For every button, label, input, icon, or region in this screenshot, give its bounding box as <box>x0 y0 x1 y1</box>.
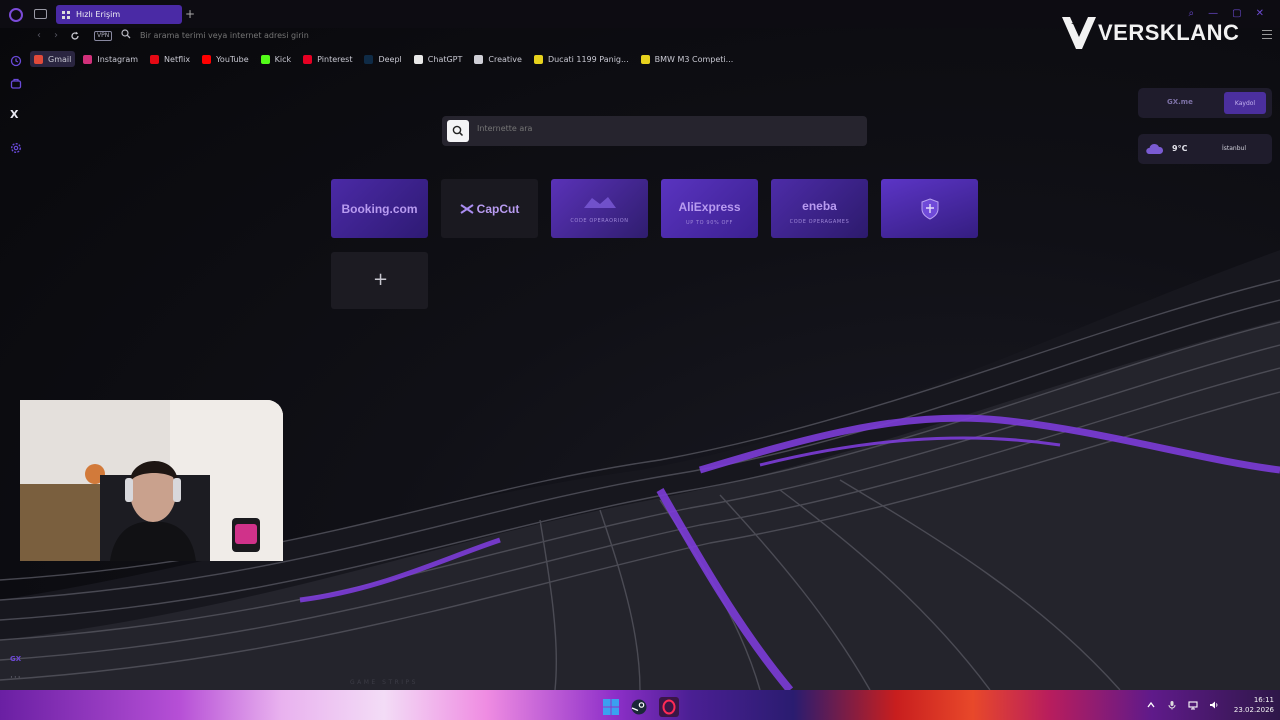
extensions-icon[interactable] <box>10 78 22 90</box>
speed-dial-icon <box>62 10 70 19</box>
site-icon <box>640 54 650 64</box>
bookmark-gmail[interactable]: Gmail <box>30 51 76 67</box>
game-logo-icon <box>583 196 616 208</box>
opera-logo-icon[interactable] <box>9 8 23 22</box>
weather-widget[interactable]: 9°C İstanbul <box>1138 134 1272 164</box>
weather-temperature: 9°C <box>1172 144 1188 153</box>
chatgpt-icon <box>413 54 423 64</box>
new-tab-button[interactable]: + <box>185 7 195 21</box>
webcam-image <box>20 400 283 561</box>
weather-city: İstanbul <box>1222 145 1247 152</box>
bookmark-chatgpt[interactable]: ChatGPT <box>410 51 467 67</box>
chevron-up-icon[interactable] <box>1146 700 1156 710</box>
deepl-icon <box>364 54 374 64</box>
clock-date: 23.02.2026 <box>1233 706 1274 714</box>
speed-dial-game-promo[interactable]: CODE OPERAORION <box>551 179 648 238</box>
sidebar: X GX ··· <box>0 46 30 690</box>
bookmark-instagram[interactable]: Instagram <box>79 51 142 67</box>
steam-icon[interactable] <box>631 699 647 715</box>
youtube-icon <box>202 54 212 64</box>
microphone-icon[interactable] <box>1167 700 1177 710</box>
clock-time: 16:11 <box>1253 696 1274 704</box>
watermark-text: VERSKLANC <box>1098 20 1240 45</box>
folder-icon <box>474 54 484 64</box>
shield-icon <box>921 197 938 220</box>
vpn-badge[interactable]: VPN <box>94 31 113 41</box>
capcut-icon <box>460 203 474 214</box>
webcam-overlay <box>20 400 283 561</box>
speed-dial-booking[interactable]: Booking.com <box>331 179 428 238</box>
bookmark-youtube[interactable]: YouTube <box>198 51 253 67</box>
system-tray: 16:11 23.02.2026 <box>1146 693 1274 717</box>
tab-menu-icon[interactable] <box>34 9 47 19</box>
settings-icon[interactable] <box>10 142 22 154</box>
taskbar-clock[interactable]: 16:11 23.02.2026 <box>1234 695 1274 715</box>
watermark: VERSKLANC <box>1060 15 1239 51</box>
bookmark-pinterest[interactable]: Pinterest <box>299 51 356 67</box>
site-icon <box>533 54 543 64</box>
search-button[interactable] <box>447 120 469 142</box>
network-icon[interactable] <box>1188 700 1198 710</box>
speed-dial-title: Booking.com <box>341 201 418 216</box>
taskbar-apps <box>603 697 679 717</box>
bookmark-kick[interactable]: Kick <box>257 51 296 67</box>
gx-signup-button[interactable]: Kaydol <box>1224 92 1266 114</box>
more-icon[interactable]: ··· <box>10 673 22 683</box>
bookmark-netflix[interactable]: Netflix <box>146 51 194 67</box>
pinterest-icon <box>303 54 313 64</box>
instagram-icon <box>83 54 93 64</box>
history-icon[interactable] <box>10 55 22 67</box>
search-icon <box>121 29 131 39</box>
netflix-icon <box>150 54 160 64</box>
close-button[interactable]: ✕ <box>1256 8 1264 19</box>
gmail-icon <box>34 54 43 64</box>
add-speed-dial-button[interactable]: + <box>331 252 428 309</box>
wallpaper-caption: GAME STRIPS <box>350 679 418 686</box>
speed-dial-subtitle: CODE OPERAORION <box>570 217 629 224</box>
speed-dial-eneba[interactable]: eneba CODE OPERAGAMES <box>771 179 868 238</box>
screen: Hızlı Erişim + ⌕ — ▢ ✕ ‹ › VPN Gmail Ins… <box>0 0 1280 720</box>
reload-icon[interactable] <box>70 31 80 41</box>
watermark-logo-icon <box>1062 17 1096 49</box>
gx-me-widget[interactable]: GX.me Kaydol <box>1138 88 1272 118</box>
wallpaper <box>0 250 1280 690</box>
bookmark-ducati[interactable]: Ducati 1199 Panig... <box>530 51 633 67</box>
cloud-icon <box>1146 143 1164 154</box>
search-input[interactable] <box>477 124 578 133</box>
tab-hizli-erisim[interactable]: Hızlı Erişim <box>56 5 182 24</box>
gx-control-icon[interactable]: GX <box>10 655 21 663</box>
bookmark-creative[interactable]: Creative <box>470 51 526 67</box>
speed-dial-aliexpress[interactable]: AliExpress UP TO 90% OFF <box>661 179 758 238</box>
tab-label: Hızlı Erişim <box>76 10 121 19</box>
windows-start-icon[interactable] <box>603 699 619 715</box>
speed-dial-warships[interactable] <box>881 179 978 238</box>
speed-dial-subtitle: CODE OPERAGAMES <box>789 218 850 225</box>
bookmark-deepl[interactable]: Deepl <box>360 51 405 67</box>
forward-button[interactable]: › <box>54 30 58 41</box>
speed-dial-title: eneba <box>802 198 837 213</box>
bookmark-bmw[interactable]: BMW M3 Competi... <box>637 51 738 67</box>
speed-dial-subtitle: UP TO 90% OFF <box>685 219 734 226</box>
taskbar: 16:11 23.02.2026 <box>0 690 1280 720</box>
gx-me-label: GX.me <box>1167 98 1193 106</box>
speed-dial-capcut[interactable]: CapCut <box>441 179 538 238</box>
bookmarks-bar: Gmail Instagram Netflix YouTube Kick Pin… <box>30 51 741 67</box>
kick-icon <box>260 54 270 64</box>
menu-icon[interactable] <box>1262 30 1272 39</box>
x-twitter-icon[interactable]: X <box>10 108 18 121</box>
plus-icon: + <box>373 269 389 290</box>
address-input[interactable] <box>140 29 740 43</box>
speed-dial-title: CapCut <box>476 201 520 216</box>
speed-dial-title: AliExpress <box>678 199 741 214</box>
search-box[interactable] <box>442 116 867 146</box>
search-icon <box>452 125 464 137</box>
opera-gx-taskbar-icon[interactable] <box>659 697 679 717</box>
back-button[interactable]: ‹ <box>37 30 41 41</box>
volume-icon[interactable] <box>1209 700 1219 710</box>
